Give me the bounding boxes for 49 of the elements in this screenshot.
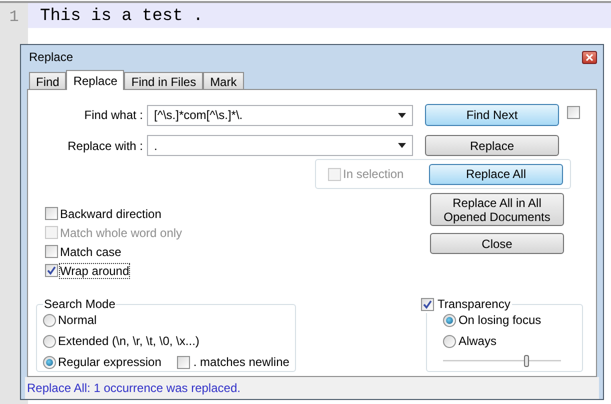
- transparency-slider[interactable]: [443, 355, 562, 367]
- field-label: Replace with :: [66, 138, 144, 154]
- dialog-button[interactable]: Close: [430, 233, 564, 254]
- checkbox-label: Match case: [60, 244, 122, 258]
- find-what-field[interactable]: [^\s.]*com[^\s.]*\.: [147, 104, 413, 126]
- close-icon: [586, 54, 593, 60]
- radio-button[interactable]: [43, 314, 56, 326]
- checkbox[interactable]: [45, 264, 58, 277]
- code-line: This is a test .: [40, 7, 204, 26]
- checkbox[interactable]: [177, 356, 190, 368]
- checkbox-label: Backward direction: [60, 206, 162, 220]
- dialog-button[interactable]: Replace: [425, 135, 559, 156]
- line-number: 1: [9, 7, 19, 28]
- radio-label: Always: [458, 333, 496, 350]
- dialog-button[interactable]: Replace All in All Opened Documents: [430, 193, 564, 226]
- radio-button[interactable]: [443, 314, 456, 326]
- replace-with-field[interactable]: .: [147, 135, 413, 156]
- tab[interactable]: Replace: [66, 70, 124, 90]
- dialog-button[interactable]: Replace All: [429, 164, 563, 184]
- radio-button[interactable]: [43, 334, 56, 348]
- checkmark-icon: [47, 266, 56, 275]
- radio-label: Normal: [58, 312, 97, 329]
- checkbox[interactable]: [567, 106, 580, 119]
- window-title: Replace: [28, 49, 74, 66]
- checkbox[interactable]: [421, 298, 434, 310]
- radio-button[interactable]: [43, 356, 56, 368]
- checkbox-label: In selection: [343, 166, 405, 183]
- slider-thumb[interactable]: [524, 355, 529, 367]
- dropdown-arrow-icon: [398, 112, 406, 118]
- checkbox-label: Match whole word only: [60, 226, 182, 240]
- status-message: Replace All: 1 occurrence was replaced.: [27, 380, 240, 397]
- tab[interactable]: Mark: [203, 72, 244, 89]
- tab[interactable]: Find: [29, 72, 66, 89]
- radio-label: On losing focus: [458, 312, 542, 329]
- checkmark-icon: [423, 300, 432, 308]
- checkbox-label: Transparency: [437, 296, 510, 313]
- radio-label: Extended (\n, \r, \t, \0, \x...): [58, 333, 200, 350]
- group-title: Search Mode: [43, 296, 116, 313]
- radio-button[interactable]: [443, 334, 456, 348]
- tab[interactable]: Find in Files: [124, 72, 204, 89]
- field-label: Find what :: [83, 107, 144, 124]
- checkbox-label: Wrap around: [60, 264, 130, 278]
- dialog-button[interactable]: Find Next: [425, 104, 559, 126]
- radio-label: Regular expression: [58, 354, 162, 371]
- dropdown-arrow-icon: [398, 143, 406, 148]
- close-button[interactable]: [582, 50, 597, 64]
- checkbox[interactable]: [45, 207, 58, 220]
- checkbox-label: . matches newline: [193, 354, 290, 371]
- checkbox[interactable]: [45, 245, 58, 258]
